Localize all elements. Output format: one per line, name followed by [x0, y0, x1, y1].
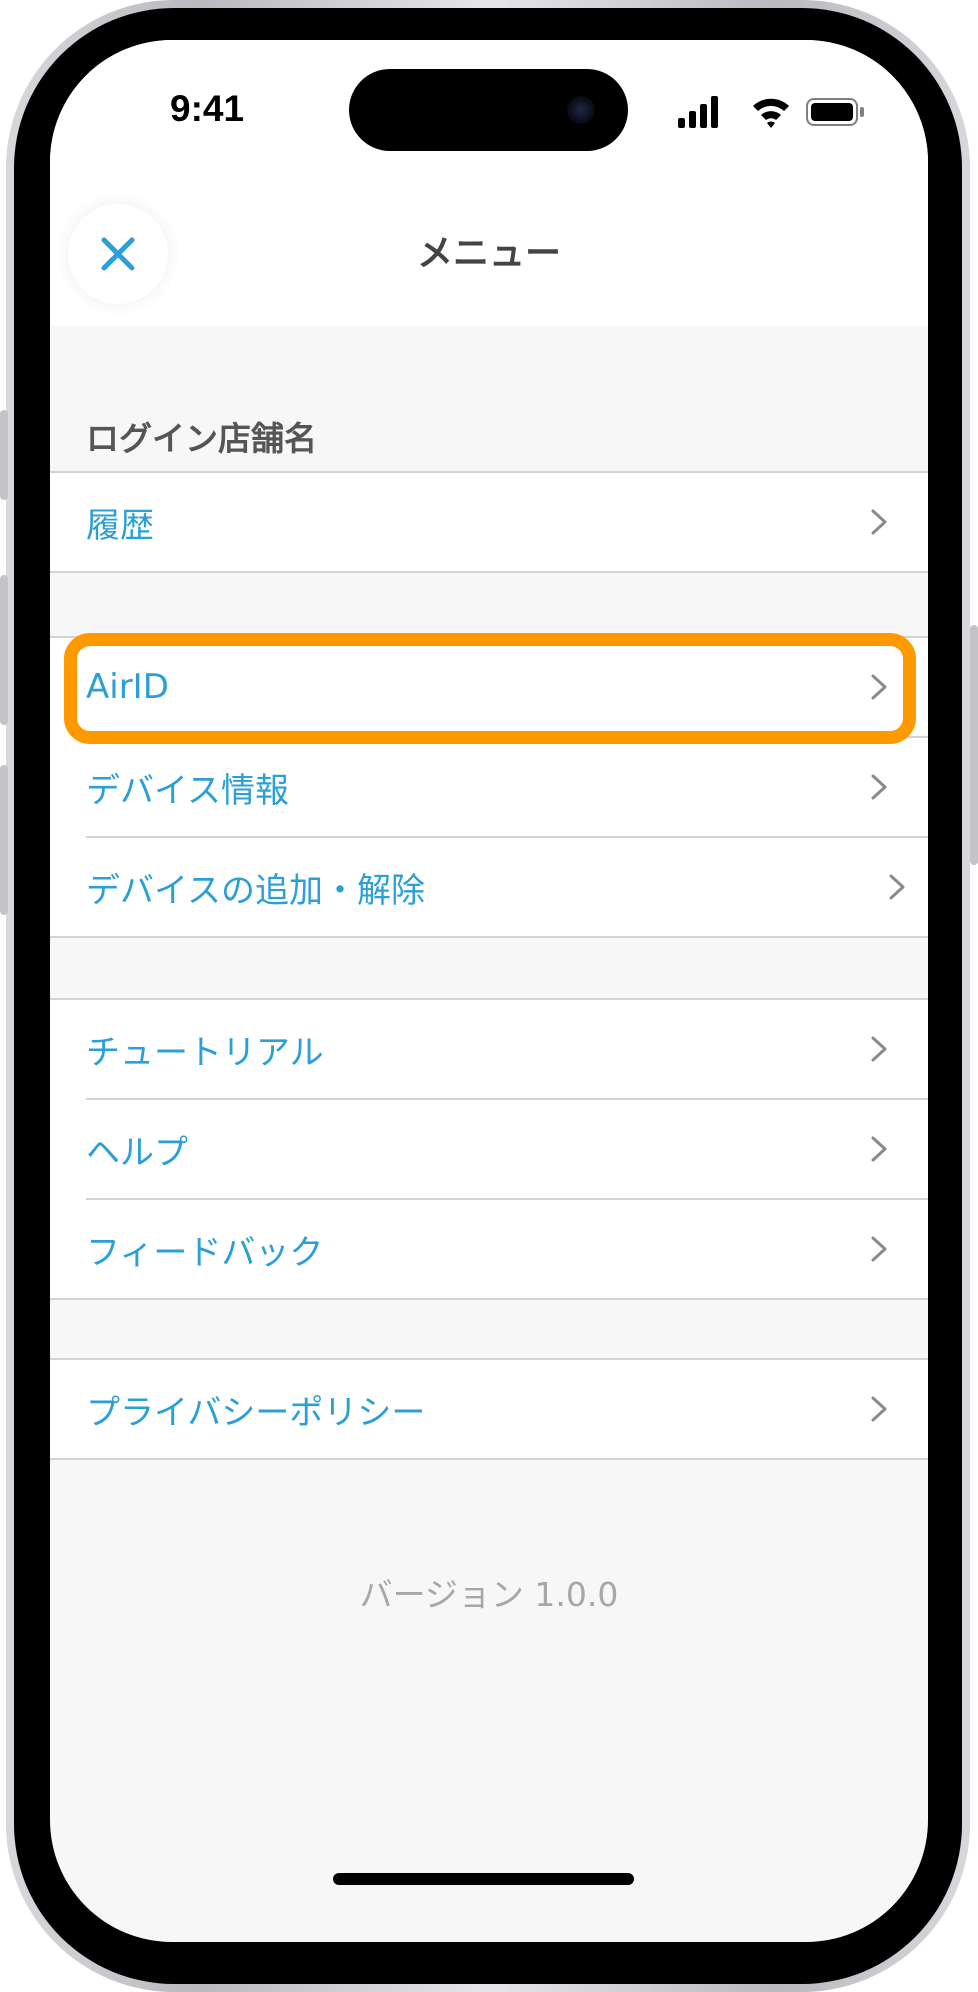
chevron-right-icon [871, 774, 887, 800]
menu-item-add-remove-device[interactable]: デバイスの追加・解除 [86, 838, 928, 936]
chevron-right-icon [871, 674, 887, 700]
menu-group-history: 履歴 [50, 471, 928, 573]
menu-item-label: チュートリアル [86, 1032, 324, 1073]
version-text: バージョン 1.0.0 [359, 1575, 619, 1614]
menu-group-device: AirID デバイス情報 デバイスの追加・解除 [50, 636, 928, 938]
menu-group-privacy: プライバシーポリシー [50, 1358, 928, 1460]
screen: メニュー 9:41 ログイン店舗名 履歴 AirID デバイス情報 デバイスの追… [50, 40, 928, 1942]
chevron-right-icon [871, 1236, 887, 1262]
chevron-right-icon [871, 1036, 887, 1062]
page-title: メニュー [416, 233, 561, 274]
menu-item-feedback[interactable]: フィードバック [86, 1200, 928, 1298]
status-time: 9:41 [170, 88, 245, 129]
chevron-right-icon [871, 509, 887, 535]
chevron-right-icon [871, 1396, 887, 1422]
menu-item-label: デバイス情報 [86, 770, 289, 811]
chevron-right-icon [871, 1136, 887, 1162]
battery-icon [806, 98, 864, 126]
menu-group-support: チュートリアル ヘルプ フィードバック [50, 998, 928, 1300]
menu-item-label: 履歴 [86, 505, 154, 546]
menu-item-label: AirID [86, 667, 169, 707]
section-label-store: ログイン店舗名 [86, 419, 317, 458]
menu-item-label: プライバシーポリシー [86, 1392, 426, 1433]
power-button [970, 625, 978, 865]
menu-item-tutorial[interactable]: チュートリアル [86, 1000, 928, 1100]
status-icons [678, 92, 908, 132]
chevron-right-icon [889, 874, 905, 900]
cellular-signal-icon [678, 96, 718, 128]
home-indicator[interactable] [333, 1873, 634, 1885]
menu-item-history[interactable]: 履歴 [86, 473, 928, 571]
menu-item-airid[interactable]: AirID [86, 638, 928, 738]
menu-item-label: フィードバック [86, 1232, 324, 1273]
menu-item-device-info[interactable]: デバイス情報 [86, 738, 928, 838]
menu-item-help[interactable]: ヘルプ [86, 1100, 928, 1200]
dynamic-island [349, 69, 628, 151]
volume-down-button [0, 765, 8, 915]
menu-item-privacy-policy[interactable]: プライバシーポリシー [86, 1360, 928, 1458]
wifi-icon [753, 98, 789, 128]
menu-item-label: デバイスの追加・解除 [86, 870, 425, 911]
action-button [0, 410, 8, 500]
volume-up-button [0, 575, 8, 725]
camera-icon [567, 96, 595, 124]
menu-item-label: ヘルプ [86, 1132, 188, 1173]
